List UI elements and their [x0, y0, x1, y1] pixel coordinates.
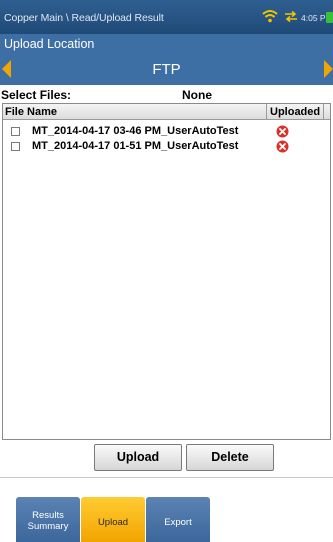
file-name: MT_2014-04-17 03-46 PM_UserAutoTest: [32, 125, 239, 137]
table-header: File Name Uploaded: [3, 104, 330, 120]
column-divider: [323, 104, 324, 120]
select-files-value: None: [182, 88, 212, 102]
upload-location-selector[interactable]: FTP: [0, 53, 333, 85]
file-name: MT_2014-04-17 01-51 PM_UserAutoTest: [32, 140, 239, 152]
column-header-file-name[interactable]: File Name: [5, 106, 57, 118]
select-files-label: Select Files:: [1, 88, 72, 102]
arrow-right-icon[interactable]: [324, 60, 333, 78]
table-row[interactable]: MT_2014-04-17 03-46 PM_UserAutoTest: [3, 123, 330, 138]
column-header-uploaded[interactable]: Uploaded: [270, 106, 320, 118]
row-checkbox[interactable]: [11, 142, 20, 151]
error-icon: [276, 140, 289, 153]
screen: Copper Main \ Read/Upload Result 4:05 PM…: [0, 0, 333, 542]
tab-upload[interactable]: Upload: [81, 497, 145, 542]
column-divider: [266, 104, 267, 120]
usb-connection-icon: [285, 10, 297, 23]
error-icon: [276, 125, 289, 138]
window-title: Copper Main \ Read/Upload Result: [4, 12, 164, 24]
file-table: File Name Uploaded MT_2014-04-17 03-46 P…: [2, 103, 331, 440]
upload-location-header: Upload Location: [0, 34, 333, 53]
upload-location-label: Upload Location: [4, 37, 95, 51]
title-bar: Copper Main \ Read/Upload Result 4:05 PM: [0, 0, 333, 34]
divider: [0, 477, 333, 478]
table-row[interactable]: MT_2014-04-17 01-51 PM_UserAutoTest: [3, 138, 330, 153]
delete-button[interactable]: Delete: [186, 444, 274, 471]
tab-results-summary[interactable]: Results Summary: [16, 497, 80, 542]
wifi-icon: [262, 10, 278, 23]
upload-button[interactable]: Upload: [94, 444, 182, 471]
tab-export[interactable]: Export: [146, 497, 210, 542]
upload-location-value: FTP: [152, 61, 181, 78]
select-files-row: Select Files: None: [0, 86, 333, 102]
battery-icon: [326, 12, 333, 23]
row-checkbox[interactable]: [11, 127, 20, 136]
bottom-tab-bar: Results Summary Upload Export: [0, 497, 333, 542]
